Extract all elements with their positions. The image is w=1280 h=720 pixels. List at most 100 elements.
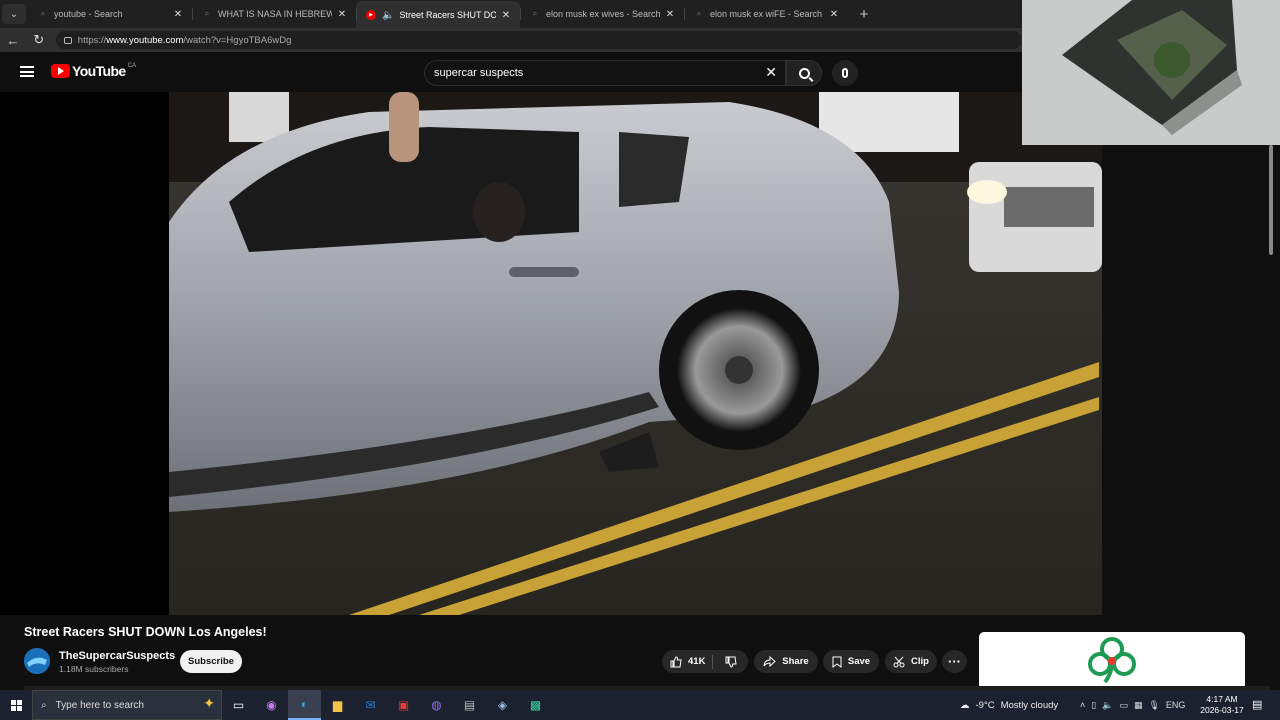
browser-tab-nasa-hebrew[interactable]: ⌕ WHAT IS NASA IN HEBREW - Search ✕ [192,1,356,27]
device-icon[interactable]: ▯ [1091,700,1096,711]
close-icon[interactable]: ✕ [336,9,348,20]
search-icon: ⌕ [41,699,47,711]
copilot-icon[interactable]: ◉ [255,690,288,720]
weather-temperature: -9°C [975,699,995,711]
more-actions-button[interactable]: ··· [942,650,967,673]
start-button[interactable] [0,699,32,711]
url-prefix: https:// [77,34,107,46]
url-host: www.youtube.com [106,34,184,46]
menu-icon[interactable] [20,66,34,77]
display-icon[interactable]: ▦ [1134,700,1143,711]
chat-app-icon[interactable]: ◍ [420,690,453,720]
tab-title: elon musk ex wiFE - Search Images [710,9,824,19]
bookmark-icon [832,656,842,668]
search-button[interactable] [786,60,822,86]
channel-logo-icon [24,648,50,674]
dislike-button[interactable] [713,656,748,668]
tab-actions-menu-button[interactable]: ⌄ [2,4,26,24]
youtube-header: YouTube CA supercar suspects ✕ [0,52,1022,92]
chevron-up-icon[interactable]: ˄ [1080,700,1085,710]
search-input[interactable]: supercar suspects ✕ [424,60,786,86]
browser-tab-elon-wives[interactable]: ⌕ elon musk ex wives - Search ✕ [520,1,684,27]
page-scrollbar[interactable] [1268,145,1274,685]
browser-tab-elon-wife-images[interactable]: ⌕ elon musk ex wiFE - Search Images ✕ [684,1,848,27]
file-explorer-icon[interactable]: ▆ [321,690,354,720]
like-count: 41K [688,656,706,667]
close-icon[interactable]: ✕ [664,9,676,20]
url-field[interactable]: https://www.youtube.com/watch?v=HgyoTBA6… [55,31,1022,49]
like-button[interactable]: 41K [662,655,712,668]
youtube-logo[interactable]: YouTube CA [51,63,136,79]
arrow-left-icon: ← [6,32,20,48]
webcam-overlay [1022,0,1280,145]
search-icon: ⌕ [532,9,538,18]
logo-country: CA [127,63,136,69]
weather-description: Mostly cloudy [1000,699,1059,711]
video-frame-street-racer-car [169,92,1102,615]
like-dislike-group: 41K [662,650,748,673]
url-path: /watch?v=HgyoTBA6wDg [183,34,292,46]
video-player[interactable] [0,92,1102,615]
search-value: supercar suspects [434,67,524,79]
channel-name[interactable]: TheSupercarSuspects [59,650,175,662]
notifications-icon[interactable]: ▤ [1252,698,1262,711]
more-horizontal-icon: ··· [948,654,961,669]
tab-title: Street Racers SHUT DOWN Los Angeles! [399,10,496,20]
microphone-icon[interactable]: 🎙 [1148,700,1159,711]
taskbar-clock[interactable]: 4:17 AM 2026-03-17 [1196,694,1248,716]
language-indicator[interactable]: ENG [1166,700,1186,710]
gift-app-icon[interactable]: ▣ [387,690,420,720]
windows-taskbar: ⌕ Type here to search ✦ ▭ ◉ ◐ ▆ ✉ ▣ ◍ ▤ … [0,690,1280,720]
cloudy-icon: ☁ [960,699,970,711]
save-button[interactable]: Save [823,650,879,673]
share-button[interactable]: Share [754,650,818,673]
browser-tab-youtube-search[interactable]: ⌕ youtube - Search ✕ [28,1,192,27]
steam-icon[interactable]: ◈ [486,690,519,720]
clock-date: 2026-03-17 [1200,705,1244,715]
subscribe-button[interactable]: Subscribe [180,650,242,673]
save-label: Save [847,656,871,667]
lock-icon [63,36,72,44]
share-label: Share [782,656,809,667]
system-tray: ˄ ▯ 🔈 ▭ ▦ 🎙 ENG [1080,690,1185,720]
ad-banner[interactable] [979,632,1245,688]
taskbar-search-placeholder: Type here to search [55,699,144,711]
browser-tab-street-racers[interactable]: ▶ 🔈 Street Racers SHUT DOWN Los Angeles!… [356,1,520,29]
share-arrow-icon [763,656,777,667]
speaker-icon[interactable]: 🔈 [382,10,394,21]
close-icon[interactable]: ✕ [500,10,512,21]
sparkle-icon: ✦ [203,695,215,711]
clock-time: 4:17 AM [1206,694,1238,704]
microphone-icon [842,68,848,78]
scrollbar-thumb[interactable] [1269,145,1273,255]
voice-search-button[interactable] [832,60,858,86]
store-app-icon[interactable]: ▤ [453,690,486,720]
outlook-icon[interactable]: ✉ [354,690,387,720]
channel-avatar[interactable] [24,648,50,674]
clip-button[interactable]: Clip [885,650,937,673]
video-frame[interactable] [169,92,1102,615]
back-button[interactable]: ← [0,33,26,48]
clear-search-icon[interactable]: ✕ [765,64,777,81]
windows-logo-icon [10,699,22,711]
taskbar-search-box[interactable]: ⌕ Type here to search ✦ [32,690,222,720]
new-tab-button[interactable]: + [854,6,874,23]
network-icon[interactable]: ▭ [1119,700,1128,711]
address-bar-row: ← ↻ https://www.youtube.com/watch?v=Hgyo… [0,28,1022,52]
secondary-column [1102,145,1280,690]
thumbs-down-icon [725,656,737,668]
weather-widget[interactable]: ☁ -9°C Mostly cloudy [960,690,1058,720]
thumbs-up-icon [670,655,682,667]
logo-text: YouTube [72,63,126,79]
webcam-feed-image [1022,0,1280,145]
video-title: Street Racers SHUT DOWN Los Angeles! [24,625,267,639]
close-icon[interactable]: ✕ [828,9,840,20]
game-app-icon[interactable]: ▩ [519,690,552,720]
refresh-button[interactable]: ↻ [26,32,52,48]
tab-title: youtube - Search [54,9,123,19]
task-view-icon[interactable]: ▭ [222,690,255,720]
scissors-icon [893,656,905,667]
close-icon[interactable]: ✕ [172,9,184,20]
edge-browser-icon[interactable]: ◐ [288,690,321,720]
speaker-icon[interactable]: 🔈 [1102,700,1113,711]
